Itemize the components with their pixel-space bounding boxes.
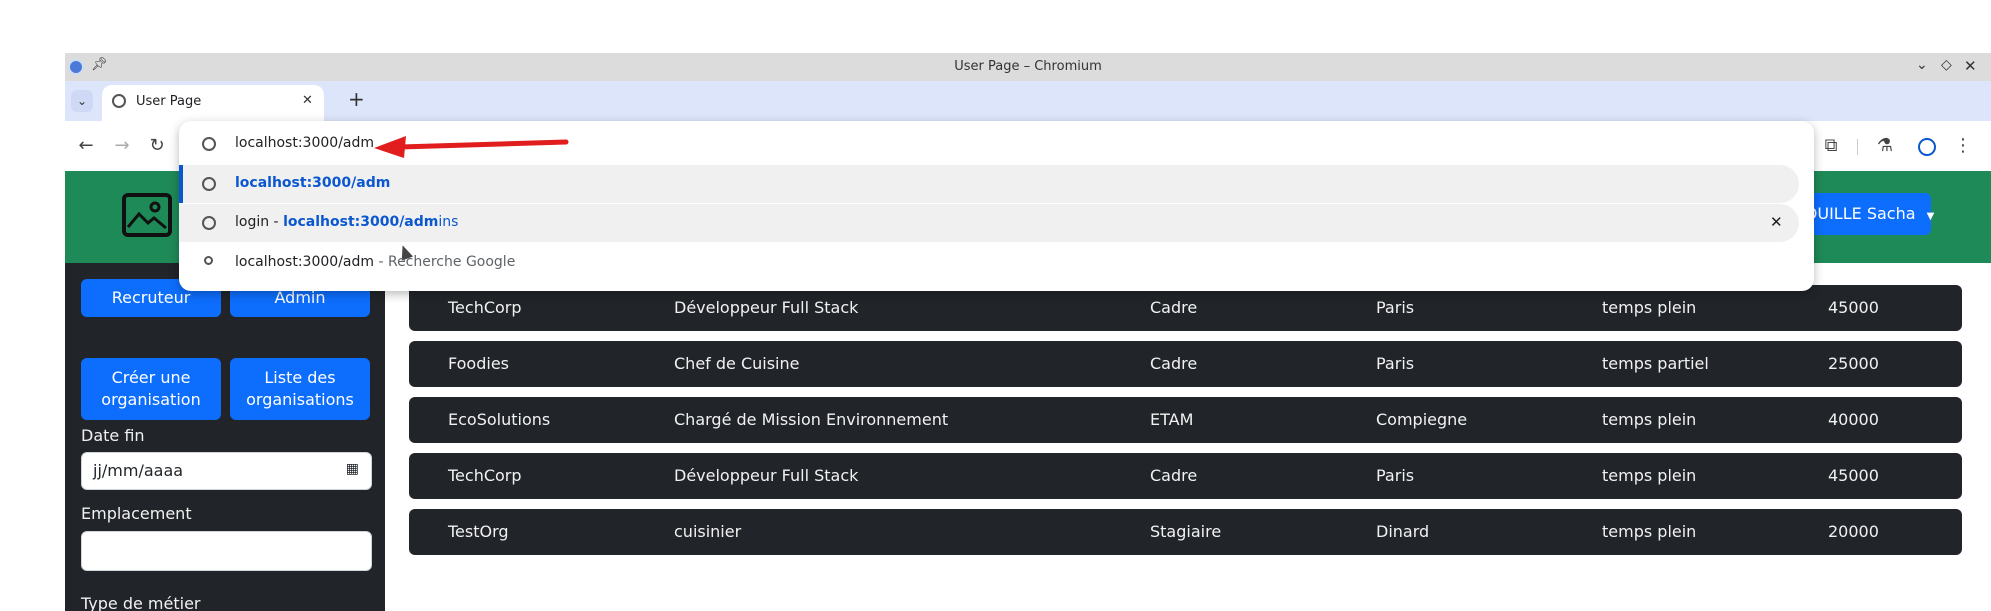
date-placeholder: jj/mm/aaaa (93, 461, 184, 480)
menu-kebab-icon[interactable]: ⋮ (1949, 132, 1977, 160)
forward-arrow-icon[interactable]: → (108, 132, 136, 160)
creer-line1: Créer une (111, 368, 191, 388)
suggestion-row-3[interactable]: localhost:3000/adm - Recherche Google (179, 244, 1799, 282)
back-arrow-icon[interactable]: ← (72, 132, 100, 160)
cell-poste: Développeur Full Stack (674, 466, 859, 485)
cell-ville: Dinard (1376, 522, 1430, 541)
date-fin-label: Date fin (81, 426, 145, 445)
liste-line1: Liste des (264, 368, 336, 388)
suggestion-text: login - localhost:3000/admins (235, 214, 458, 230)
tab-user-page[interactable]: User Page ✕ (102, 85, 324, 121)
offer-row[interactable]: EcoSolutions Chargé de Mission Environnem… (409, 397, 1962, 443)
suggestion-bold: localhost:3000/adm (283, 214, 439, 230)
cell-poste: Chef de Cuisine (674, 354, 800, 373)
offer-row[interactable]: TestOrg cuisinier Stagiaire Dinard temps ple… (409, 509, 1962, 555)
date-fin-input[interactable]: jj/mm/aaaa ▦ (81, 452, 372, 490)
globe-icon (202, 216, 216, 230)
cell-poste: Développeur Full Stack (674, 298, 859, 317)
cell-statut: ETAM (1150, 410, 1194, 429)
cell-temps: temps partiel (1602, 354, 1709, 373)
offer-row[interactable]: TechCorp Développeur Full Stack Cadre Paris… (409, 453, 1962, 499)
cell-salaire: 45000 (1828, 298, 1879, 317)
liste-organisations-button[interactable]: Liste des organisations (230, 358, 370, 420)
liste-line2: organisations (246, 390, 354, 409)
browser-window: 📌︎ User Page – Chromium ⌄ ◇ ✕ ⌄ User Pag… (65, 53, 1991, 611)
cell-statut: Cadre (1150, 298, 1198, 317)
maximize-icon[interactable]: ◇ (1941, 57, 1952, 73)
creer-organisation-button[interactable]: Créer une organisation (81, 358, 221, 420)
globe-icon (112, 94, 126, 108)
cell-ville: Compiegne (1376, 410, 1468, 429)
cell-organisation: Foodies (448, 354, 509, 373)
suggestion-text: localhost:3000/adm - Recherche Google (235, 254, 515, 270)
window-close-icon[interactable]: ✕ (1964, 57, 1977, 75)
cell-organisation: TechCorp (448, 298, 522, 317)
selected-indicator (179, 165, 183, 203)
tab-title: User Page (136, 94, 202, 109)
suggestion-trail: - Recherche Google (374, 254, 516, 270)
cell-organisation: TechCorp (448, 466, 522, 485)
cell-organisation: TestOrg (448, 522, 509, 541)
cell-ville: Paris (1376, 354, 1415, 373)
cell-statut: Stagiaire (1150, 522, 1222, 541)
offer-row[interactable]: Foodies Chef de Cuisine Cadre Paris temps pa… (409, 341, 1962, 387)
creer-line2: organisation (101, 390, 201, 409)
suggestion-row-2[interactable]: login - localhost:3000/admins ✕ (179, 204, 1799, 242)
profile-icon[interactable] (1918, 138, 1936, 156)
cell-statut: Cadre (1150, 466, 1198, 485)
new-tab-button[interactable]: + (348, 87, 365, 111)
suggestion-row-1[interactable]: localhost:3000/adm (179, 165, 1799, 203)
minimize-icon[interactable]: ⌄ (1916, 57, 1928, 73)
red-annotation-arrow (374, 136, 569, 158)
search-icon (204, 256, 213, 265)
offer-row[interactable]: TechCorp Développeur Full Stack Cadre Paris… (409, 285, 1962, 331)
cell-ville: Paris (1376, 466, 1415, 485)
omnibox-globe-icon (202, 137, 216, 151)
remove-suggestion-icon[interactable]: ✕ (1770, 213, 1783, 231)
type-metier-label: Type de métier (81, 594, 201, 611)
cell-salaire: 40000 (1828, 410, 1879, 429)
cell-temps: temps plein (1602, 410, 1697, 429)
suggestion-query: localhost:3000/adm (235, 254, 375, 270)
cell-temps: temps plein (1602, 522, 1697, 541)
emplacement-label: Emplacement (81, 504, 192, 523)
extensions-icon[interactable]: ⧉ (1817, 132, 1845, 160)
suggestion-prefix: login - (235, 214, 284, 230)
cell-salaire: 20000 (1828, 522, 1879, 541)
caret-down-icon: ▼ (1926, 211, 1935, 222)
cell-poste: Chargé de Mission Environnement (674, 410, 949, 429)
cell-temps: temps plein (1602, 298, 1697, 317)
window-title: User Page – Chromium (954, 59, 1102, 74)
suggestion-bold: localhost:3000/adm (235, 175, 391, 191)
window-titlebar: 📌︎ User Page – Chromium ⌄ ◇ ✕ (65, 53, 1991, 81)
tab-search-button[interactable]: ⌄ (71, 90, 93, 112)
emplacement-input[interactable] (81, 531, 372, 571)
cell-salaire: 25000 (1828, 354, 1879, 373)
tab-close-icon[interactable]: ✕ (302, 93, 313, 108)
filter-sidebar: Recruteur Admin Créer une organisation L… (65, 263, 385, 611)
cell-temps: temps plein (1602, 466, 1697, 485)
cell-poste: cuisinier (674, 522, 742, 541)
reload-icon[interactable]: ↻ (143, 132, 171, 160)
cell-organisation: EcoSolutions (448, 410, 551, 429)
toolbar-divider (1857, 139, 1858, 155)
labs-flask-icon[interactable]: ⚗ (1871, 132, 1899, 160)
cell-salaire: 45000 (1828, 466, 1879, 485)
address-input[interactable]: localhost:3000/adm (235, 135, 374, 151)
globe-icon (202, 177, 216, 191)
image-placeholder-icon (122, 193, 172, 237)
suggestion-text: localhost:3000/adm (235, 175, 390, 191)
calendar-icon[interactable]: ▦ (346, 461, 359, 477)
suggestion-suffix: ins (438, 214, 459, 230)
cell-statut: Cadre (1150, 354, 1198, 373)
cell-ville: Paris (1376, 298, 1415, 317)
